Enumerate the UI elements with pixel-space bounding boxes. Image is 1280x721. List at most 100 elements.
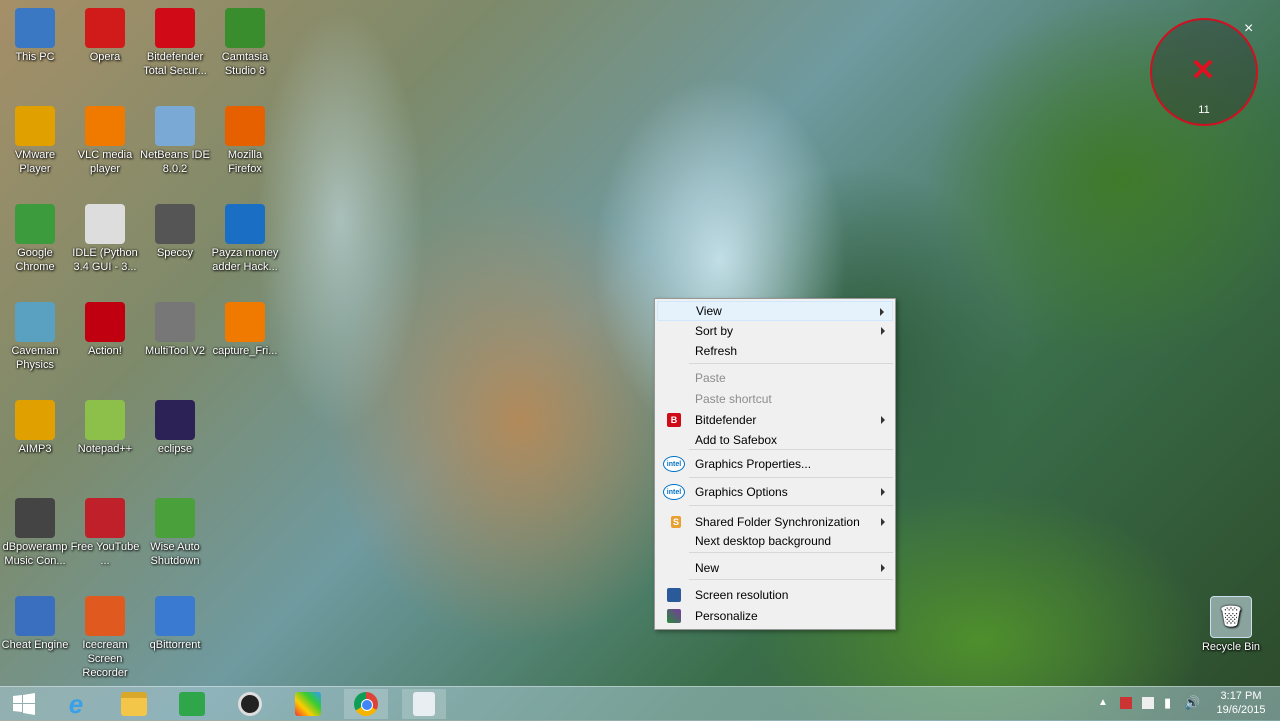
submenu-arrow-icon: [880, 308, 884, 316]
start-button[interactable]: [2, 689, 46, 719]
menu-item-bitdefender[interactable]: B Bitdefender: [657, 410, 893, 430]
tray-overflow-icon[interactable]: ▲: [1098, 697, 1108, 708]
netbeans-icon: [155, 106, 195, 146]
menu-item-graphics-properties[interactable]: intel Graphics Properties...: [657, 454, 893, 474]
network-icon[interactable]: ▮: [1164, 695, 1171, 711]
desktop-icon-label: eclipse: [157, 443, 193, 455]
desktop-icon-label: Caveman Physics: [11, 345, 59, 371]
desktop-icon-item[interactable]: eclipse: [140, 400, 210, 456]
desktop-icon-item[interactable]: IDLE (Python 3.4 GUI - 3...: [70, 204, 140, 274]
display-icon: [667, 588, 681, 602]
bitdefender-icon: B: [667, 413, 681, 427]
taskbar-store[interactable]: [170, 689, 214, 719]
submenu-arrow-icon: [881, 416, 885, 424]
menu-separator: [689, 552, 893, 553]
menu-item-sort-by[interactable]: Sort by: [657, 321, 893, 341]
desktop-icon-label: IDLE (Python 3.4 GUI - 3...: [72, 247, 138, 273]
personalize-icon: [667, 609, 681, 623]
firefox-icon: [225, 106, 265, 146]
desktop-icon-item[interactable]: NetBeans IDE 8.0.2: [140, 106, 210, 176]
menu-item-view[interactable]: View: [657, 301, 893, 321]
intel-icon: intel: [663, 484, 685, 500]
volume-icon[interactable]: 🔊: [1184, 695, 1200, 711]
desktop-icon-item[interactable]: Google Chrome: [0, 204, 70, 274]
menu-item-screen-resolution[interactable]: Screen resolution: [657, 585, 893, 605]
desktop-icon-item[interactable]: Free YouTube ...: [70, 498, 140, 568]
desktop-icon-item[interactable]: Caveman Physics: [0, 302, 70, 372]
desktop-icon-item[interactable]: capture_Fri...: [210, 302, 280, 358]
desktop-icon-item[interactable]: Icecream Screen Recorder: [70, 596, 140, 680]
menu-item-add-to-safebox[interactable]: Add to Safebox: [657, 430, 893, 450]
desktop-icon-item[interactable]: Mozilla Firefox: [210, 106, 280, 176]
taskbar-chrome[interactable]: [344, 689, 388, 719]
menu-item-label: Shared Folder Synchronization: [695, 515, 860, 529]
tray-app-icon[interactable]: [1142, 697, 1154, 709]
menu-item-label: Sort by: [695, 324, 734, 338]
menu-item-refresh[interactable]: Refresh: [657, 341, 893, 361]
menu-item-label: Bitdefender: [695, 413, 757, 427]
desktop-icon-label: capture_Fri...: [212, 345, 278, 357]
menu-item-paste[interactable]: Paste: [657, 368, 893, 388]
desktop-icon-item[interactable]: Speccy: [140, 204, 210, 260]
desktop-icon-label: This PC: [15, 51, 55, 63]
speccy-icon: [155, 204, 195, 244]
python-icon: [85, 204, 125, 244]
menu-item-label: Paste shortcut: [695, 392, 772, 406]
taskbar-explorer[interactable]: [112, 689, 156, 719]
windows-logo-icon: [13, 693, 35, 715]
desktop-icon-item[interactable]: VMware Player: [0, 106, 70, 176]
desktop-icon-label: Wise Auto Shutdown: [150, 541, 200, 567]
menu-item-new[interactable]: New: [657, 558, 893, 578]
eclipse-icon: [155, 400, 195, 440]
desktop-icon-item[interactable]: MultiTool V2: [140, 302, 210, 358]
desktop-icon-item[interactable]: Notepad++: [70, 400, 140, 456]
gear-icon: [155, 302, 195, 342]
context-menu: View Sort by Refresh Paste Paste shortcut B Bi…: [654, 298, 896, 630]
pc-icon: [15, 8, 55, 48]
recycle-bin-label: Recycle Bin: [1201, 641, 1261, 653]
cheat-engine-icon: [15, 596, 55, 636]
action-icon: [85, 302, 125, 342]
desktop-icon-item[interactable]: VLC media player: [70, 106, 140, 176]
icecream-icon: [85, 596, 125, 636]
stop-record-icon[interactable]: ✕: [1188, 56, 1218, 86]
menu-separator: [689, 477, 893, 478]
intel-icon: intel: [663, 456, 685, 472]
desktop-icon-item[interactable]: AIMP3: [0, 400, 70, 456]
desktop-icon-label: Google Chrome: [15, 247, 55, 273]
camtasia-icon: [225, 8, 265, 48]
folder-icon: [121, 692, 147, 716]
tray-flag-icon[interactable]: [1120, 697, 1132, 709]
menu-item-next-desktop-background[interactable]: Next desktop background: [657, 531, 893, 551]
menu-item-paste-shortcut[interactable]: Paste shortcut: [657, 389, 893, 409]
menu-item-graphics-options[interactable]: intel Graphics Options: [657, 482, 893, 502]
taskbar-file[interactable]: [402, 689, 446, 719]
desktop-icon-item[interactable]: Action!: [70, 302, 140, 358]
desktop-icon-label: dBpoweramp Music Con...: [2, 541, 68, 567]
store-icon: [179, 692, 205, 716]
caveman-icon: [15, 302, 55, 342]
desktop-icon-item[interactable]: Cheat Engine: [0, 596, 70, 652]
taskbar-media[interactable]: [228, 689, 272, 719]
menu-item-label: New: [695, 561, 720, 575]
menu-item-personalize[interactable]: Personalize: [657, 606, 893, 626]
taskbar-paint[interactable]: [286, 689, 330, 719]
desktop-icon-label: Free YouTube ...: [70, 541, 140, 567]
desktop-icon-item[interactable]: Opera: [70, 8, 140, 64]
submenu-arrow-icon: [881, 518, 885, 526]
clock[interactable]: 3:17 PM 19/6/2015: [1206, 689, 1276, 717]
desktop-icon-item[interactable]: Payza money adder Hack...: [210, 204, 280, 274]
recycle-bin[interactable]: 🗑 Recycle Bin: [1196, 596, 1266, 654]
desktop-icon-item[interactable]: dBpoweramp Music Con...: [0, 498, 70, 568]
taskbar-ie[interactable]: e: [54, 689, 98, 719]
desktop-icon-item[interactable]: This PC: [0, 8, 70, 64]
desktop-icon-item[interactable]: qBittorrent: [140, 596, 210, 652]
close-icon[interactable]: ×: [1244, 20, 1253, 38]
desktop-icon-label: Opera: [89, 51, 121, 63]
desktop-icon-item[interactable]: Wise Auto Shutdown: [140, 498, 210, 568]
download-icon: [225, 204, 265, 244]
recording-widget[interactable]: ✕ 11 ×: [1150, 18, 1262, 130]
menu-item-shared-folder-synchronization[interactable]: S Shared Folder Synchronization: [657, 512, 893, 532]
desktop-icon-item[interactable]: Camtasia Studio 8: [210, 8, 280, 78]
desktop-icon-item[interactable]: Bitdefender Total Secur...: [140, 8, 210, 78]
